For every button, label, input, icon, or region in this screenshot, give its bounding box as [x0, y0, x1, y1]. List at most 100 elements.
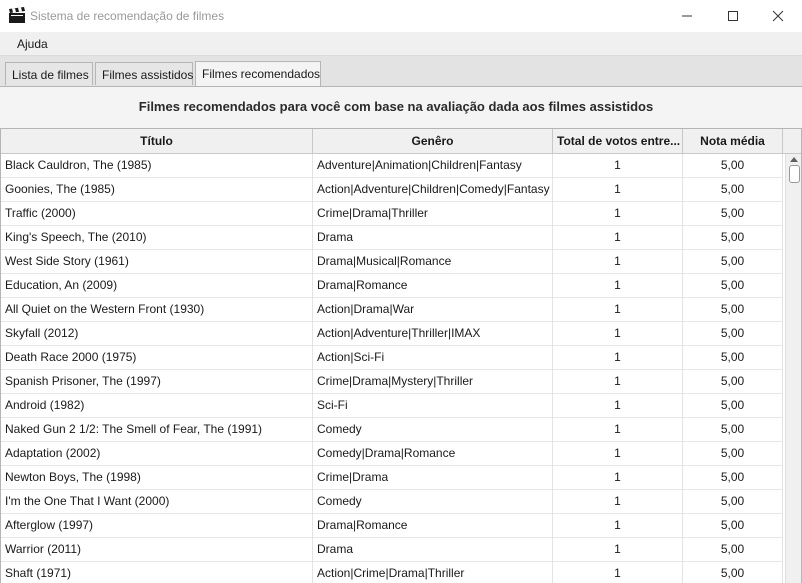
window-title: Sistema de recomendação de filmes — [30, 9, 225, 23]
column-header-title[interactable]: Título — [1, 129, 313, 153]
column-header-vote-count[interactable]: Total de votos entre... — [553, 129, 683, 153]
cell-genre: Drama — [313, 538, 553, 562]
cell-title: Goonies, The (1985) — [1, 178, 313, 202]
table-row[interactable]: Warrior (2011) Drama 1 5,00 — [1, 538, 783, 562]
table-row[interactable]: Adaptation (2002) Comedy|Drama|Romance 1 5,… — [1, 442, 783, 466]
table-row[interactable]: King's Speech, The (2010) Drama 1 5,00 — [1, 226, 783, 250]
cell-genre: Comedy — [313, 418, 553, 442]
cell-genre: Action|Adventure|Thriller|IMAX — [313, 322, 553, 346]
clapperboard-icon — [9, 7, 25, 23]
cell-vote-count: 1 — [553, 154, 683, 178]
cell-average-rating: 5,00 — [683, 250, 783, 274]
cell-vote-count: 1 — [553, 274, 683, 298]
cell-genre: Comedy|Drama|Romance — [313, 442, 553, 466]
cell-average-rating: 5,00 — [683, 394, 783, 418]
cell-genre: Drama|Romance — [313, 514, 553, 538]
cell-genre: Action|Drama|War — [313, 298, 553, 322]
cell-average-rating: 5,00 — [683, 346, 783, 370]
close-button[interactable] — [755, 0, 801, 32]
cell-title: Warrior (2011) — [1, 538, 313, 562]
cell-title: Skyfall (2012) — [1, 322, 313, 346]
maximize-button[interactable] — [710, 0, 756, 32]
table-row[interactable]: Death Race 2000 (1975) Action|Sci-Fi 1 5,00 — [1, 346, 783, 370]
table-row[interactable]: Traffic (2000) Crime|Drama|Thriller 1 5,00 — [1, 202, 783, 226]
maximize-icon — [728, 11, 738, 21]
page-heading: Filmes recomendados para você com base n… — [138, 99, 654, 114]
cell-genre: Action|Sci-Fi — [313, 346, 553, 370]
table-header: Título Genêro Total de votos entre... No… — [1, 129, 801, 154]
table-row[interactable]: Naked Gun 2 1/2: The Smell of Fear, The … — [1, 418, 783, 442]
cell-vote-count: 1 — [553, 490, 683, 514]
tab-content: Filmes recomendados para você com base n… — [0, 87, 802, 583]
cell-average-rating: 5,00 — [683, 298, 783, 322]
cell-average-rating: 5,00 — [683, 178, 783, 202]
cell-genre: Drama|Romance — [313, 274, 553, 298]
cell-title: Spanish Prisoner, The (1997) — [1, 370, 313, 394]
cell-average-rating: 5,00 — [683, 418, 783, 442]
table-row[interactable]: West Side Story (1961) Drama|Musical|Roma… — [1, 250, 783, 274]
close-icon — [772, 10, 784, 22]
table-row[interactable]: Shaft (1971) Action|Crime|Drama|Thriller 1… — [1, 562, 783, 583]
minimize-icon — [682, 15, 692, 17]
cell-average-rating: 5,00 — [683, 226, 783, 250]
tab-movie-list[interactable]: Lista de filmes — [5, 62, 93, 85]
cell-average-rating: 5,00 — [683, 442, 783, 466]
table-row[interactable]: Skyfall (2012) Action|Adventure|Thriller|… — [1, 322, 783, 346]
cell-vote-count: 1 — [553, 514, 683, 538]
table-row[interactable]: Android (1982) Sci-Fi 1 5,00 — [1, 394, 783, 418]
table-row[interactable]: Afterglow (1997) Drama|Romance 1 5,00 — [1, 514, 783, 538]
table-row[interactable]: Spanish Prisoner, The (1997) Crime|Drama|… — [1, 370, 783, 394]
cell-vote-count: 1 — [553, 346, 683, 370]
cell-title: I'm the One That I Want (2000) — [1, 490, 313, 514]
scroll-up-button[interactable] — [786, 154, 801, 164]
cell-genre: Action|Crime|Drama|Thriller — [313, 562, 553, 583]
cell-vote-count: 1 — [553, 178, 683, 202]
cell-title: All Quiet on the Western Front (1930) — [1, 298, 313, 322]
column-header-average-rating[interactable]: Nota média — [683, 129, 783, 153]
cell-genre: Crime|Drama|Thriller — [313, 202, 553, 226]
tab-recommended-movies[interactable]: Filmes recomendados — [195, 61, 321, 86]
scroll-thumb[interactable] — [789, 165, 800, 183]
cell-genre: Action|Adventure|Children|Comedy|Fantasy — [313, 178, 553, 202]
cell-title: Traffic (2000) — [1, 202, 313, 226]
column-header-genre[interactable]: Genêro — [313, 129, 553, 153]
tab-watched-movies[interactable]: Filmes assistidos — [95, 62, 193, 85]
cell-vote-count: 1 — [553, 202, 683, 226]
cell-title: Newton Boys, The (1998) — [1, 466, 313, 490]
table-row[interactable]: I'm the One That I Want (2000) Comedy 1 5,0… — [1, 490, 783, 514]
table-row[interactable]: Education, An (2009) Drama|Romance 1 5,00 — [1, 274, 783, 298]
cell-vote-count: 1 — [553, 562, 683, 583]
cell-average-rating: 5,00 — [683, 562, 783, 583]
cell-average-rating: 5,00 — [683, 466, 783, 490]
cell-average-rating: 5,00 — [683, 202, 783, 226]
vertical-scrollbar[interactable] — [785, 154, 801, 583]
cell-title: Black Cauldron, The (1985) — [1, 154, 313, 178]
cell-vote-count: 1 — [553, 394, 683, 418]
table-row[interactable]: Goonies, The (1985) Action|Adventure|Chil… — [1, 178, 783, 202]
cell-vote-count: 1 — [553, 538, 683, 562]
cell-title: Naked Gun 2 1/2: The Smell of Fear, The … — [1, 418, 313, 442]
cell-title: Education, An (2009) — [1, 274, 313, 298]
cell-average-rating: 5,00 — [683, 370, 783, 394]
cell-title: West Side Story (1961) — [1, 250, 313, 274]
cell-vote-count: 1 — [553, 298, 683, 322]
cell-title: Death Race 2000 (1975) — [1, 346, 313, 370]
cell-average-rating: 5,00 — [683, 154, 783, 178]
cell-vote-count: 1 — [553, 370, 683, 394]
table-row[interactable]: Newton Boys, The (1998) Crime|Drama 1 5,00 — [1, 466, 783, 490]
title-bar: Sistema de recomendação de filmes — [0, 0, 802, 32]
cell-title: Afterglow (1997) — [1, 514, 313, 538]
recommendations-table: Título Genêro Total de votos entre... No… — [0, 128, 802, 583]
column-header-corner — [783, 129, 801, 153]
minimize-button[interactable] — [664, 0, 710, 32]
menu-bar: Ajuda — [0, 32, 802, 56]
cell-vote-count: 1 — [553, 226, 683, 250]
cell-average-rating: 5,00 — [683, 322, 783, 346]
cell-average-rating: 5,00 — [683, 490, 783, 514]
cell-title: Adaptation (2002) — [1, 442, 313, 466]
cell-genre: Crime|Drama|Mystery|Thriller — [313, 370, 553, 394]
cell-average-rating: 5,00 — [683, 514, 783, 538]
table-row[interactable]: All Quiet on the Western Front (1930) Act… — [1, 298, 783, 322]
table-row[interactable]: Black Cauldron, The (1985) Adventure|Anim… — [1, 154, 783, 178]
menu-help[interactable]: Ajuda — [17, 37, 48, 51]
